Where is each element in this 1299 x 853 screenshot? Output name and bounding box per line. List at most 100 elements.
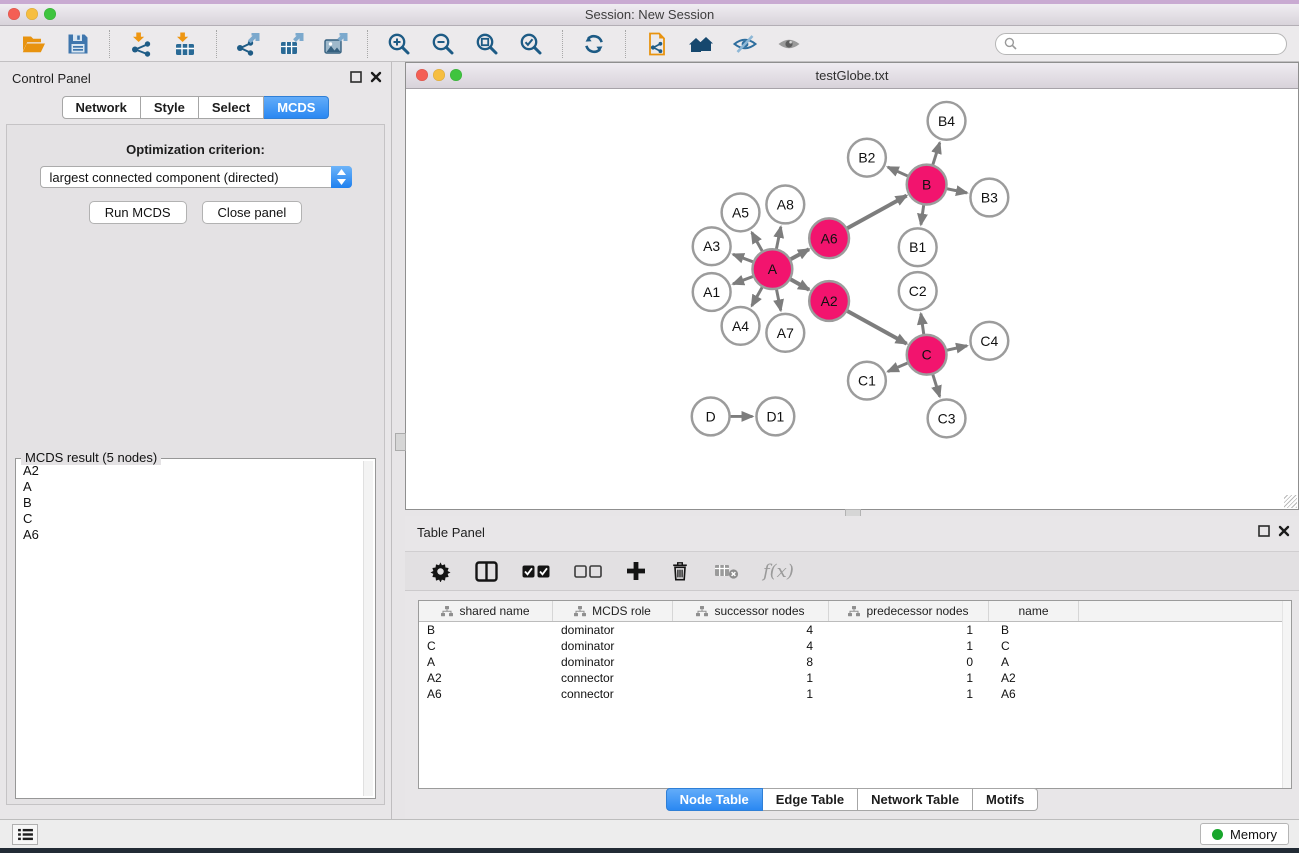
table-cell[interactable]: 1 — [829, 638, 989, 654]
float-panel-icon[interactable] — [350, 71, 362, 83]
graph-edge-A6-B[interactable] — [845, 196, 907, 230]
table-cell[interactable]: A — [419, 654, 553, 670]
graph-edge-A-A6[interactable] — [788, 249, 809, 260]
network-canvas[interactable]: AA1A2A3A4A5A6A7A8BB1B2B3B4CC1C2C3C4DD1 — [407, 89, 1297, 508]
table-cell[interactable]: 1 — [829, 670, 989, 686]
mcds-result-scrollbar[interactable] — [363, 461, 373, 796]
show-all-eye-icon[interactable] — [776, 31, 802, 57]
graph-edge-B-B2[interactable] — [888, 167, 911, 177]
function-builder-icon[interactable]: f(x) — [763, 560, 794, 582]
save-session-icon[interactable] — [65, 31, 91, 57]
graph-node-B4[interactable]: B4 — [928, 102, 966, 140]
table-cell[interactable]: 4 — [673, 622, 829, 638]
graph-node-A[interactable]: A — [752, 249, 792, 289]
table-cell[interactable]: connector — [553, 670, 673, 686]
graph-edge-C-C3[interactable] — [932, 372, 940, 397]
graph-node-C[interactable]: C — [907, 335, 947, 375]
task-history-button[interactable] — [12, 824, 38, 845]
graph-node-B3[interactable]: B3 — [970, 179, 1008, 217]
split-table-columns-icon[interactable] — [475, 560, 498, 582]
mcds-result-item[interactable]: B — [18, 495, 362, 511]
graph-edge-A-A3[interactable] — [733, 254, 756, 262]
graph-node-D1[interactable]: D1 — [756, 398, 794, 436]
graph-edge-A2-C[interactable] — [845, 310, 907, 344]
table-tab-network-table[interactable]: Network Table — [858, 788, 973, 811]
open-session-icon[interactable] — [21, 31, 47, 57]
table-settings-gear-icon[interactable] — [430, 560, 451, 582]
table-cell[interactable]: C — [989, 638, 1079, 654]
mcds-result-item[interactable]: C — [18, 511, 362, 527]
close-panel-button[interactable]: Close panel — [202, 201, 303, 224]
hide-selected-eye-icon[interactable] — [732, 31, 758, 57]
column-header-shared-name[interactable]: shared name — [419, 601, 553, 621]
search-field[interactable] — [995, 33, 1287, 55]
export-network-icon[interactable] — [235, 31, 261, 57]
graph-node-C1[interactable]: C1 — [848, 362, 886, 400]
vertical-splitter-grip[interactable] — [395, 433, 406, 451]
zoom-selected-icon[interactable] — [518, 31, 544, 57]
export-table-icon[interactable] — [279, 31, 305, 57]
table-cell[interactable]: B — [989, 622, 1079, 638]
table-cell[interactable]: A — [989, 654, 1079, 670]
table-cell[interactable]: 1 — [829, 686, 989, 702]
table-cell[interactable]: 8 — [673, 654, 829, 670]
table-cell[interactable]: dominator — [553, 638, 673, 654]
table-tab-edge-table[interactable]: Edge Table — [763, 788, 858, 811]
run-mcds-button[interactable]: Run MCDS — [89, 201, 187, 224]
close-table-panel-icon[interactable] — [1278, 525, 1290, 537]
table-cell[interactable]: 1 — [673, 686, 829, 702]
graph-node-A7[interactable]: A7 — [766, 314, 804, 352]
graph-node-A3[interactable]: A3 — [693, 227, 731, 265]
zoom-in-icon[interactable] — [386, 31, 412, 57]
graph-edge-B-B1[interactable] — [921, 202, 924, 224]
table-cell[interactable]: dominator — [553, 654, 673, 670]
close-window-button[interactable] — [8, 8, 20, 20]
table-cell[interactable]: dominator — [553, 622, 673, 638]
table-cell[interactable]: A2 — [989, 670, 1079, 686]
column-header-predecessor-nodes[interactable]: predecessor nodes — [829, 601, 989, 621]
search-input[interactable] — [1023, 36, 1278, 52]
graph-node-B[interactable]: B — [907, 165, 947, 205]
table-scrollbar[interactable] — [1282, 601, 1291, 788]
table-tab-node-table[interactable]: Node Table — [666, 788, 763, 811]
criterion-dropdown[interactable]: largest connected component (directed) — [40, 166, 352, 188]
graph-node-C3[interactable]: C3 — [928, 400, 966, 438]
graph-node-B2[interactable]: B2 — [848, 139, 886, 177]
column-header-MCDS-role[interactable]: MCDS role — [553, 601, 673, 621]
graph-edge-A-A7[interactable] — [776, 287, 781, 311]
mcds-result-item[interactable]: A6 — [18, 527, 362, 543]
table-cell[interactable]: 1 — [673, 670, 829, 686]
graph-node-B1[interactable]: B1 — [899, 228, 937, 266]
graph-edge-C-C4[interactable] — [944, 346, 967, 351]
table-cell[interactable]: A6 — [419, 686, 553, 702]
export-image-icon[interactable] — [323, 31, 349, 57]
tab-mcds[interactable]: MCDS — [264, 96, 329, 119]
table-cell[interactable]: 1 — [829, 622, 989, 638]
table-row[interactable]: A2connector11A2 — [419, 670, 1291, 686]
graph-node-A6[interactable]: A6 — [809, 218, 849, 258]
add-column-plus-icon[interactable] — [626, 560, 646, 582]
network-close-button[interactable] — [416, 69, 428, 81]
zoom-window-button[interactable] — [44, 8, 56, 20]
network-zoom-button[interactable] — [450, 69, 462, 81]
table-tab-motifs[interactable]: Motifs — [973, 788, 1038, 811]
graph-node-A5[interactable]: A5 — [722, 194, 760, 232]
graph-edge-C-C1[interactable] — [888, 362, 910, 372]
column-header-successor-nodes[interactable]: successor nodes — [673, 601, 829, 621]
close-panel-icon[interactable] — [370, 71, 382, 83]
graph-node-A1[interactable]: A1 — [693, 273, 731, 311]
zoom-out-icon[interactable] — [430, 31, 456, 57]
float-table-panel-icon[interactable] — [1258, 525, 1270, 537]
import-network-icon[interactable] — [128, 31, 154, 57]
graph-edge-A-A5[interactable] — [752, 232, 764, 253]
table-cell[interactable]: connector — [553, 686, 673, 702]
table-cell[interactable]: A2 — [419, 670, 553, 686]
network-minimize-button[interactable] — [433, 69, 445, 81]
network-window-titlebar[interactable]: testGlobe.txt — [406, 63, 1298, 89]
table-cell[interactable]: B — [419, 622, 553, 638]
graph-node-A2[interactable]: A2 — [809, 281, 849, 321]
zoom-fit-icon[interactable] — [474, 31, 500, 57]
home-view-icon[interactable] — [688, 31, 714, 57]
column-header-name[interactable]: name — [989, 601, 1079, 621]
delete-table-icon[interactable] — [714, 560, 739, 582]
